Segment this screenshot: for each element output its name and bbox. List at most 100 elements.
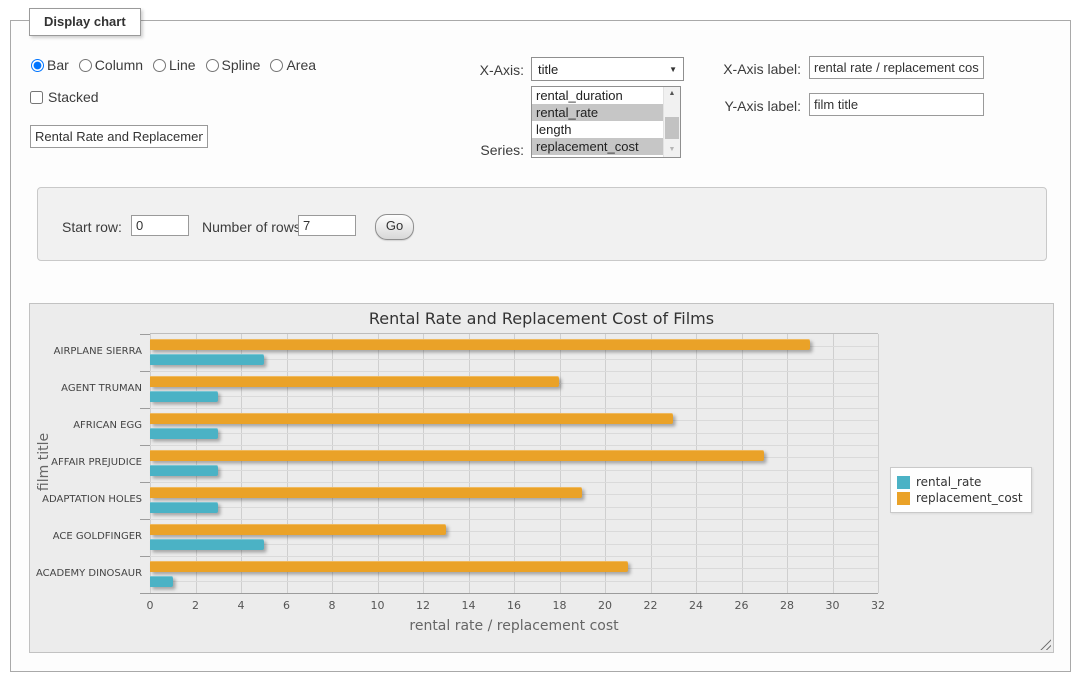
chart-title: Rental Rate and Replacement Cost of Film… xyxy=(30,309,1053,328)
gridline xyxy=(150,371,878,372)
chart-title-input[interactable] xyxy=(30,125,208,148)
series-listbox-label: Series: xyxy=(431,142,524,158)
legend-label: replacement_cost xyxy=(916,491,1023,505)
bar-rental_rate xyxy=(150,391,218,402)
number-of-rows-input[interactable] xyxy=(298,215,356,236)
chart-type-label: Column xyxy=(95,57,143,73)
resize-handle-icon[interactable] xyxy=(1040,639,1051,650)
series-option-length[interactable]: length xyxy=(532,121,663,138)
bar-replacement_cost xyxy=(150,450,764,461)
series-option-replacement_cost[interactable]: replacement_cost xyxy=(532,138,663,155)
gridline xyxy=(150,470,878,471)
x-tick-label: 32 xyxy=(871,599,885,612)
category-label: AFFAIR PREJUDICE xyxy=(36,457,142,468)
legend-item-rental_rate: rental_rate xyxy=(897,475,1023,489)
gridline xyxy=(150,334,151,593)
gridline xyxy=(150,408,878,409)
stacked-label: Stacked xyxy=(48,89,99,105)
chart-type-option-line[interactable]: Line xyxy=(153,57,195,73)
x-tick-label: 16 xyxy=(507,599,521,612)
y-axis-tick xyxy=(140,445,150,446)
bar-replacement_cost xyxy=(150,524,446,535)
x-tick-label: 22 xyxy=(644,599,658,612)
bar-rental_rate xyxy=(150,502,218,513)
scroll-down-icon[interactable]: ▼ xyxy=(664,143,680,157)
scrollbar-thumb[interactable] xyxy=(665,117,679,139)
gridline xyxy=(378,334,379,593)
x-tick-label: 20 xyxy=(598,599,612,612)
chart-type-option-bar[interactable]: Bar xyxy=(31,57,69,73)
stacked-checkbox[interactable] xyxy=(30,91,43,104)
gridline xyxy=(241,334,242,593)
chart-type-option-spline[interactable]: Spline xyxy=(206,57,261,73)
chart-type-label: Line xyxy=(169,57,195,73)
chart-type-radio-area[interactable] xyxy=(270,59,283,72)
x-tick-label: 12 xyxy=(416,599,430,612)
gridline xyxy=(150,519,878,520)
x-axis-title: rental rate / replacement cost xyxy=(409,618,618,634)
start-row-label: Start row: xyxy=(62,219,122,235)
y-axis-label-input[interactable] xyxy=(809,93,984,116)
x-axis-select[interactable]: title ▼ xyxy=(531,57,684,81)
category-label: ADAPTATION HOLES xyxy=(36,494,142,505)
go-button[interactable]: Go xyxy=(375,214,414,240)
y-axis-label-label: Y-Axis label: xyxy=(701,98,801,114)
chart-type-radio-spline[interactable] xyxy=(206,59,219,72)
chart-panel: Rental Rate and Replacement Cost of Film… xyxy=(29,303,1054,653)
gridline xyxy=(150,396,878,397)
y-axis-tick xyxy=(140,334,150,335)
x-tick-label: 6 xyxy=(283,599,290,612)
gridline xyxy=(150,433,878,434)
x-axis-select-value: title xyxy=(538,62,558,77)
chart-type-radio-line[interactable] xyxy=(153,59,166,72)
chart-type-radio-bar[interactable] xyxy=(31,59,44,72)
chart-type-label: Bar xyxy=(47,57,69,73)
y-axis-tick xyxy=(140,593,150,594)
chart-type-group: Bar Column Line Spline Area xyxy=(31,57,320,73)
number-of-rows-label: Number of rows: xyxy=(202,219,305,235)
category-label: AFRICAN EGG xyxy=(36,420,142,431)
gridline xyxy=(651,334,652,593)
stacked-row: Stacked xyxy=(30,89,99,105)
chart-type-radio-column[interactable] xyxy=(79,59,92,72)
chart-type-label: Area xyxy=(286,57,316,73)
y-axis-tick xyxy=(140,371,150,372)
bar-rental_rate xyxy=(150,576,173,587)
chart-type-option-area[interactable]: Area xyxy=(270,57,316,73)
x-axis-select-label: X-Axis: xyxy=(431,62,524,78)
legend-label: rental_rate xyxy=(916,475,981,489)
x-tick-label: 2 xyxy=(192,599,199,612)
y-axis-tick xyxy=(140,556,150,557)
x-tick-label: 30 xyxy=(826,599,840,612)
category-label: ACADEMY DINOSAUR xyxy=(36,568,142,579)
gridline xyxy=(196,334,197,593)
series-listbox-options: rental_durationrental_ratelengthreplacem… xyxy=(532,87,663,157)
series-listbox-scrollbar[interactable]: ▲ ▼ xyxy=(663,87,680,157)
bar-replacement_cost xyxy=(150,413,673,424)
legend-item-replacement_cost: replacement_cost xyxy=(897,491,1023,505)
series-option-rental_duration[interactable]: rental_duration xyxy=(532,87,663,104)
bar-replacement_cost xyxy=(150,487,582,498)
chart-type-label: Spline xyxy=(222,57,261,73)
scroll-up-icon[interactable]: ▲ xyxy=(664,87,680,101)
series-listbox[interactable]: rental_durationrental_ratelengthreplacem… xyxy=(531,86,681,158)
category-label: AIRPLANE SIERRA xyxy=(36,346,142,357)
gridline xyxy=(469,334,470,593)
y-axis-tick xyxy=(140,519,150,520)
x-tick-label: 24 xyxy=(689,599,703,612)
gridline xyxy=(514,334,515,593)
bar-rental_rate xyxy=(150,465,218,476)
chart-type-option-column[interactable]: Column xyxy=(79,57,143,73)
series-option-rental_rate[interactable]: rental_rate xyxy=(532,104,663,121)
x-axis-label-input[interactable] xyxy=(809,56,984,79)
start-row-input[interactable] xyxy=(131,215,189,236)
x-tick-label: 28 xyxy=(780,599,794,612)
x-tick-label: 4 xyxy=(238,599,245,612)
gridline xyxy=(150,507,878,508)
page: Display chart BarColumnLineSplineArea St… xyxy=(0,0,1081,681)
bar-replacement_cost xyxy=(150,561,628,572)
x-tick-label: 10 xyxy=(371,599,385,612)
x-tick-label: 26 xyxy=(735,599,749,612)
bar-rental_rate xyxy=(150,428,218,439)
x-tick-label: 0 xyxy=(147,599,154,612)
